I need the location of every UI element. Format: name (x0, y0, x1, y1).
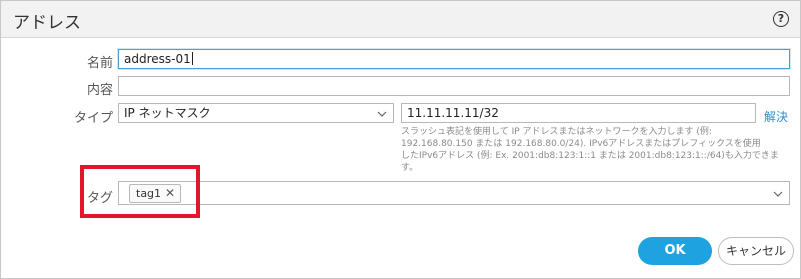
description-input[interactable] (118, 76, 790, 96)
ip-address-input[interactable]: 11.11.11.11/32 (401, 103, 756, 123)
chevron-down-icon (773, 186, 783, 204)
name-label: 名前 (86, 56, 113, 71)
help-line: スラッシュ表記を使用して IP アドレスまたはネットワークを入力します (例: (401, 127, 712, 137)
ip-help-text: スラッシュ表記を使用して IP アドレスまたはネットワークを入力します (例: … (401, 126, 791, 174)
text-caret (191, 52, 193, 65)
dialog-titlebar: アドレス ? (1, 1, 800, 38)
highlight-box (80, 165, 200, 218)
chevron-down-icon (377, 106, 387, 124)
name-input[interactable]: address-01 (118, 49, 790, 69)
help-line: 192.168.80.150 または 192.168.80.0/24). IPv… (401, 139, 761, 149)
type-label: タイプ (73, 111, 113, 126)
cancel-button[interactable]: キャンセル (718, 237, 794, 265)
ip-address-value: 11.11.11.11/32 (407, 106, 499, 120)
ok-button[interactable]: OK (638, 237, 712, 265)
help-line: す。 (401, 163, 419, 173)
type-select-value: IP ネットマスク (124, 106, 211, 120)
resolve-link[interactable]: 解決 (764, 108, 788, 125)
tag-select[interactable] (118, 181, 790, 205)
help-line: したIPv6アドレス (例: Ex. 2001:db8:123:1::1 または… (401, 151, 779, 161)
description-label: 内容 (86, 83, 113, 98)
dialog-title: アドレス (13, 13, 81, 33)
help-icon[interactable]: ? (773, 11, 789, 27)
address-dialog: アドレス ? 名前 address-01 内容 タイプ IP ネットマスク 11… (0, 0, 801, 279)
type-select[interactable]: IP ネットマスク (118, 103, 394, 123)
name-input-value: address-01 (124, 52, 191, 66)
